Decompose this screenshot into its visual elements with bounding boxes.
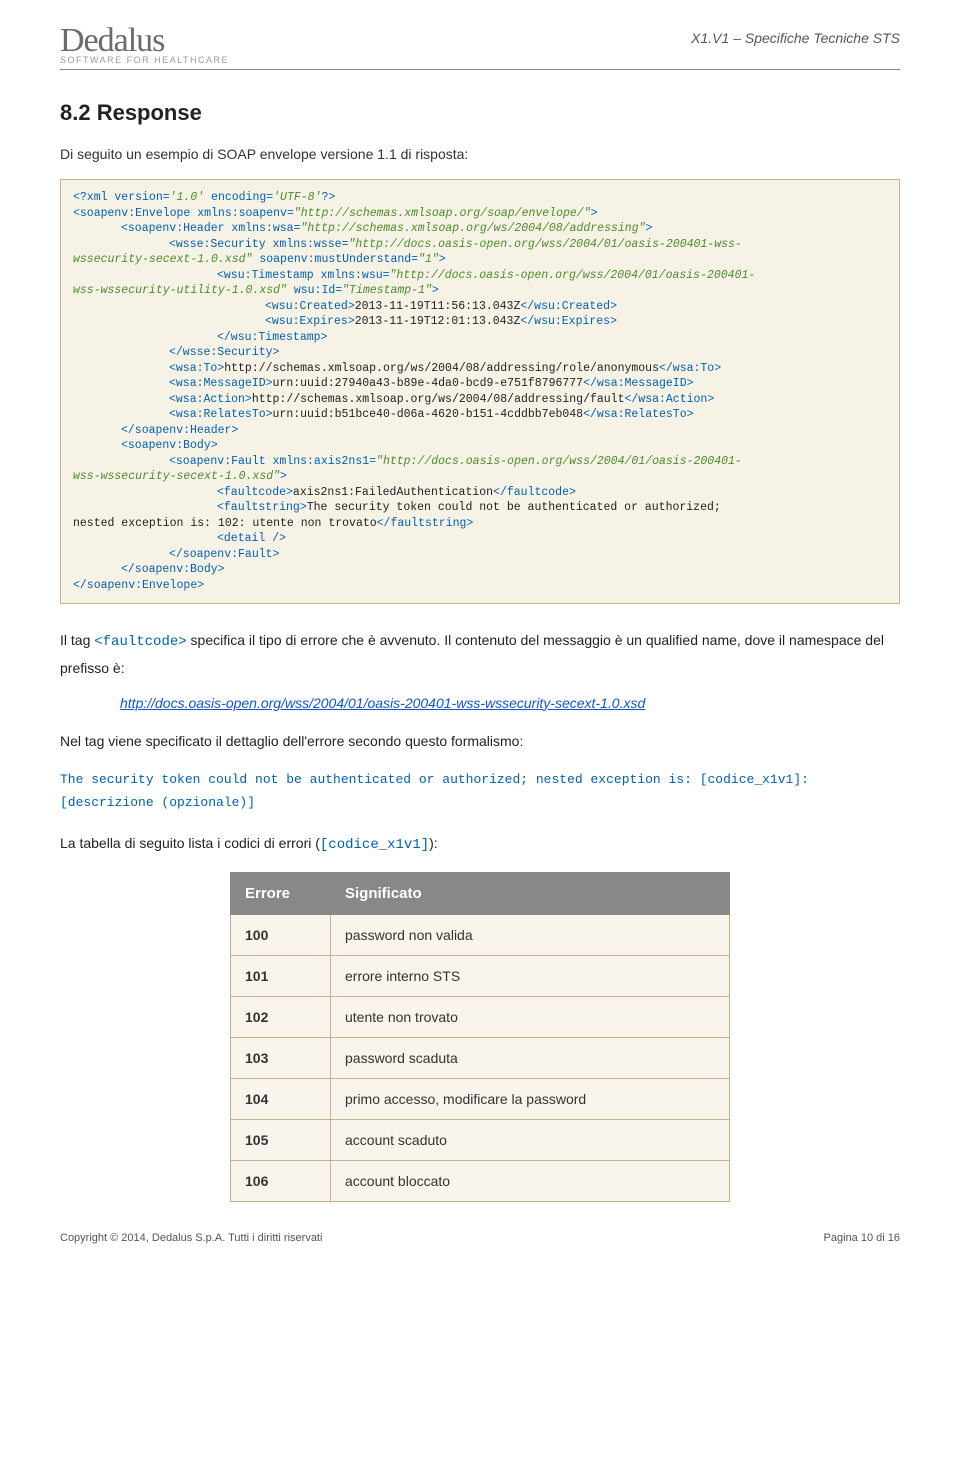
- err-desc: errore interno STS: [331, 955, 730, 996]
- namespace-link-line: http://docs.oasis-open.org/wss/2004/01/o…: [120, 695, 900, 713]
- namespace-link[interactable]: http://docs.oasis-open.org/wss/2004/01/o…: [120, 695, 645, 711]
- paragraph-format: Nel tag viene specificato il dettaglio d…: [60, 729, 900, 754]
- paragraph-faultcode: Il tag <faultcode> specifica il tipo di …: [60, 628, 900, 680]
- err-desc: password non valida: [331, 914, 730, 955]
- faultcode-inline: <faultcode>: [94, 634, 186, 650]
- doc-id: X1.V1 – Specifiche Tecniche STS: [691, 30, 900, 46]
- footer-page: Pagina 10 di 16: [824, 1232, 900, 1244]
- err-code: 105: [231, 1119, 331, 1160]
- err-code: 104: [231, 1078, 331, 1119]
- table-row: 100password non valida: [231, 914, 730, 955]
- error-format-line: The security token could not be authenti…: [60, 768, 900, 815]
- section-intro: Di seguito un esempio di SOAP envelope v…: [60, 144, 900, 165]
- table-header-row: Errore Significato: [231, 872, 730, 914]
- err-desc: utente non trovato: [331, 996, 730, 1037]
- err-code: 101: [231, 955, 331, 996]
- para1-a: Il tag: [60, 632, 94, 648]
- err-code: 100: [231, 914, 331, 955]
- page-header: Dedalus SOFTWARE FOR HEALTHCARE X1.V1 – …: [60, 24, 900, 70]
- table-row: 102utente non trovato: [231, 996, 730, 1037]
- err-desc: primo accesso, modificare la password: [331, 1078, 730, 1119]
- code-block: <?xml version='1.0' encoding='UTF-8'?> <…: [60, 179, 900, 604]
- table-row: 106account bloccato: [231, 1160, 730, 1201]
- table-row: 101errore interno STS: [231, 955, 730, 996]
- paragraph-table-intro: La tabella di seguito lista i codici di …: [60, 831, 900, 858]
- section-title: 8.2 Response: [60, 100, 900, 126]
- err-code: 106: [231, 1160, 331, 1201]
- err-desc: account bloccato: [331, 1160, 730, 1201]
- logo-tagline: SOFTWARE FOR HEALTHCARE: [60, 56, 229, 65]
- err-desc: account scaduto: [331, 1119, 730, 1160]
- para3-a: La tabella di seguito lista i codici di …: [60, 835, 320, 851]
- codice-inline: [codice_x1v1]: [320, 837, 429, 853]
- th-error: Errore: [231, 872, 331, 914]
- logo-text: Dedalus: [60, 24, 229, 58]
- table-row: 105account scaduto: [231, 1119, 730, 1160]
- error-codes-table: Errore Significato 100password non valid…: [230, 872, 730, 1202]
- table-row: 103password scaduta: [231, 1037, 730, 1078]
- table-row: 104primo accesso, modificare la password: [231, 1078, 730, 1119]
- para3-b: ):: [429, 835, 438, 851]
- footer-copyright: Copyright © 2014, Dedalus S.p.A. Tutti i…: [60, 1232, 322, 1244]
- err-desc: password scaduta: [331, 1037, 730, 1078]
- err-code: 102: [231, 996, 331, 1037]
- err-code: 103: [231, 1037, 331, 1078]
- logo: Dedalus SOFTWARE FOR HEALTHCARE: [60, 24, 229, 65]
- th-meaning: Significato: [331, 872, 730, 914]
- page-footer: Copyright © 2014, Dedalus S.p.A. Tutti i…: [60, 1232, 900, 1244]
